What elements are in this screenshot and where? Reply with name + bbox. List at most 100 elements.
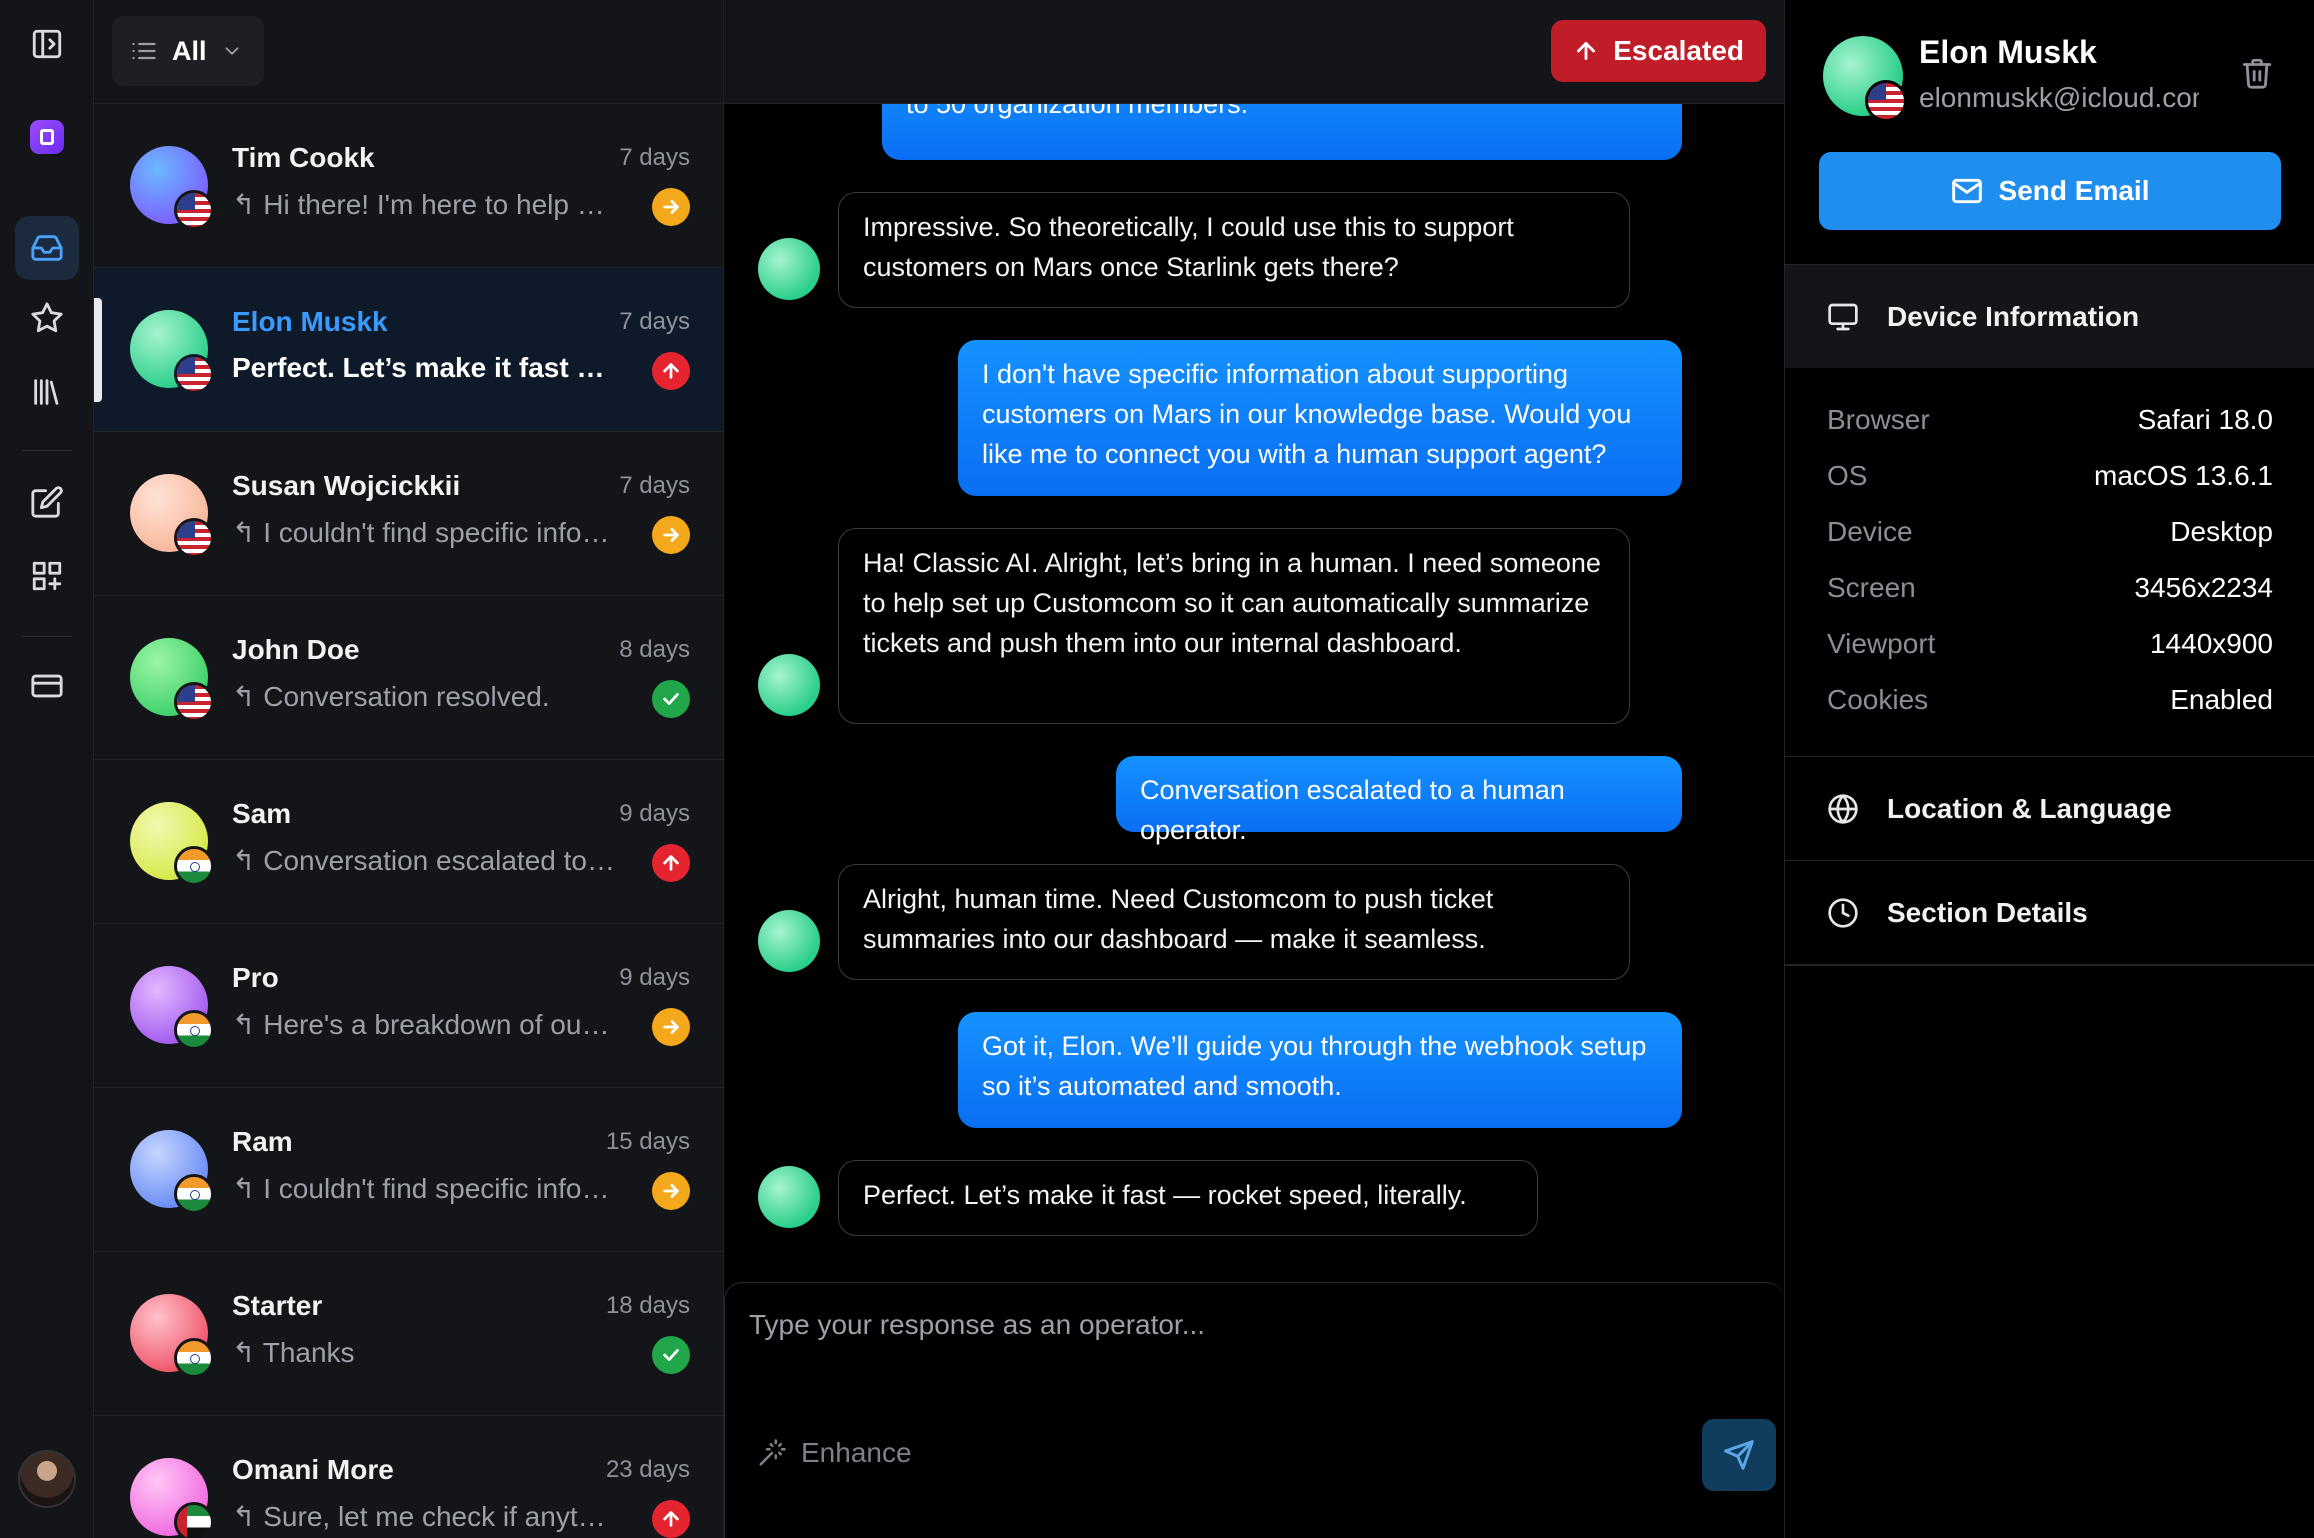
- customer-message: Impressive. So theoretically, I could us…: [838, 192, 1630, 308]
- session-details-title: Section Details: [1887, 896, 2088, 928]
- agent-message: I don't have specific information about …: [958, 340, 1682, 496]
- contact-name: Elon Muskk: [1919, 34, 2097, 70]
- arrow-up-icon: [1577, 42, 1596, 60]
- customer-avatar: [758, 1166, 820, 1228]
- conversation-time: 8 days: [619, 636, 690, 663]
- panel-divider: [1785, 964, 2314, 966]
- customer-avatar: [758, 238, 820, 300]
- conversation-time: 15 days: [605, 1128, 690, 1155]
- device-info-key: Device: [1827, 516, 1913, 547]
- inbox-icon[interactable]: [15, 216, 79, 280]
- device-info-value: Desktop: [2170, 516, 2273, 547]
- toggle-sidebar-icon[interactable]: [15, 12, 79, 76]
- escalated-label: Escalated: [1613, 35, 1744, 66]
- conversation-item[interactable]: Ram 15 days ↰ I couldn't find specific i…: [94, 1088, 723, 1252]
- chevron-down-icon: [225, 47, 238, 56]
- conversation-time: 7 days: [619, 472, 690, 499]
- status-icon: [652, 680, 690, 718]
- device-info-value: Enabled: [2170, 684, 2273, 715]
- conversation-time: 18 days: [605, 1292, 690, 1319]
- status-icon: [652, 188, 690, 226]
- device-info-row: Screen 3456x2234: [1827, 572, 2273, 612]
- magic-wand-icon: [759, 1439, 786, 1466]
- customer-message: Perfect. Let’s make it fast — rocket spe…: [838, 1160, 1538, 1236]
- edit-icon[interactable]: [15, 470, 79, 534]
- country-flag-icon: [174, 518, 214, 558]
- session-details-section[interactable]: Section Details: [1785, 860, 2314, 964]
- mail-icon: [1951, 178, 1982, 204]
- conversation-item[interactable]: John Doe 8 days ↰ Conversation resolved.: [94, 596, 723, 760]
- location-language-section[interactable]: Location & Language: [1785, 756, 2314, 860]
- contact-name: Omani More: [232, 1454, 394, 1485]
- contact-name: John Doe: [232, 634, 360, 665]
- customer-avatar: [758, 910, 820, 972]
- contact-name: Starter: [232, 1290, 323, 1321]
- status-icon: [652, 1172, 690, 1210]
- device-information-section[interactable]: Device Information: [1785, 264, 2314, 368]
- conversation-item[interactable]: Sam 9 days ↰ Conversation escalated to a…: [94, 760, 723, 924]
- brand-logo[interactable]: [30, 120, 64, 154]
- country-flag-icon: [174, 190, 214, 230]
- contact-name: Pro: [232, 962, 279, 993]
- status-icon: [652, 352, 690, 390]
- escalated-status-button[interactable]: Escalated: [1551, 20, 1766, 82]
- send-button[interactable]: [1702, 1419, 1776, 1491]
- status-icon: [652, 1500, 690, 1538]
- customer-message: Alright, human time. Need Customcom to p…: [838, 864, 1630, 980]
- contact-name: Sam: [232, 798, 292, 829]
- customer-message: Ha! Classic AI. Alright, let’s bring in …: [838, 528, 1630, 724]
- conversation-item[interactable]: Susan Wojcickkii 7 days ↰ I couldn't fin…: [94, 432, 723, 596]
- library-icon[interactable]: [15, 360, 79, 424]
- message-preview: ↰ Conversation resolved.: [232, 681, 550, 712]
- conversation-item[interactable]: Omani More 23 days ↰ Sure, let me check …: [94, 1416, 723, 1538]
- star-icon[interactable]: [15, 286, 79, 350]
- send-icon: [1724, 1440, 1754, 1470]
- operator-avatar[interactable]: [18, 1450, 76, 1508]
- status-icon: [652, 844, 690, 882]
- agent-message: Conversation escalated to a human operat…: [1116, 756, 1682, 845]
- status-icon: [652, 516, 690, 554]
- message-preview: ↰ Here's a breakdown of our plans: [232, 1009, 617, 1040]
- reply-input[interactable]: Type your response as an operator...: [749, 1309, 1649, 1341]
- country-flag-icon: [174, 1502, 214, 1538]
- contact-email: elonmuskk@icloud.com: [1919, 82, 2199, 113]
- send-email-button[interactable]: Send Email: [1819, 152, 2281, 230]
- monitor-icon: [1828, 303, 1858, 330]
- conversation-time: 9 days: [619, 800, 690, 827]
- conversation-item[interactable]: Elon Muskk 7 days Perfect. Let’s make it…: [94, 268, 723, 432]
- device-info-value: Safari 18.0: [2137, 404, 2273, 435]
- conversation-time: 23 days: [605, 1456, 690, 1483]
- status-icon: [652, 1008, 690, 1046]
- conversation-item[interactable]: Pro 9 days ↰ Here's a breakdown of our p…: [94, 924, 723, 1088]
- device-info-key: Browser: [1827, 404, 1930, 435]
- device-info-key: Screen: [1827, 572, 1916, 603]
- us-flag-icon: [1865, 80, 1907, 122]
- rail-divider: [22, 450, 72, 451]
- chat-header: Escalated: [724, 0, 1784, 104]
- location-language-title: Location & Language: [1887, 792, 2172, 824]
- message-preview: ↰ I couldn't find specific information: [232, 1173, 617, 1204]
- conversation-item[interactable]: Starter 18 days ↰ Thanks: [94, 1252, 723, 1416]
- enhance-label: Enhance: [801, 1437, 912, 1468]
- conversation-item[interactable]: Tim Cookk 7 days ↰ Hi there! I'm here to…: [94, 104, 723, 268]
- add-widget-icon[interactable]: [15, 544, 79, 608]
- device-info-row: Cookies Enabled: [1827, 684, 2273, 724]
- country-flag-icon: [174, 354, 214, 394]
- message-preview: Perfect. Let’s make it fast — rocket spe…: [232, 352, 617, 383]
- contact-name: Ram: [232, 1126, 293, 1157]
- country-flag-icon: [174, 846, 214, 886]
- device-info-row: Device Desktop: [1827, 516, 2273, 556]
- contact-name: Tim Cookk: [232, 142, 375, 173]
- list-header: All: [94, 0, 723, 104]
- country-flag-icon: [174, 1338, 214, 1378]
- globe-icon: [1828, 793, 1858, 824]
- filter-dropdown[interactable]: All: [112, 16, 264, 86]
- conversation-time: 9 days: [619, 964, 690, 991]
- filter-label: All: [172, 35, 207, 66]
- device-info-value: 3456x2234: [2134, 572, 2273, 603]
- billing-card-icon[interactable]: [15, 654, 79, 718]
- trash-icon: [2242, 58, 2272, 89]
- delete-contact-button[interactable]: [2240, 56, 2274, 90]
- send-email-label: Send Email: [1998, 175, 2150, 206]
- enhance-button[interactable]: Enhance: [757, 1437, 912, 1469]
